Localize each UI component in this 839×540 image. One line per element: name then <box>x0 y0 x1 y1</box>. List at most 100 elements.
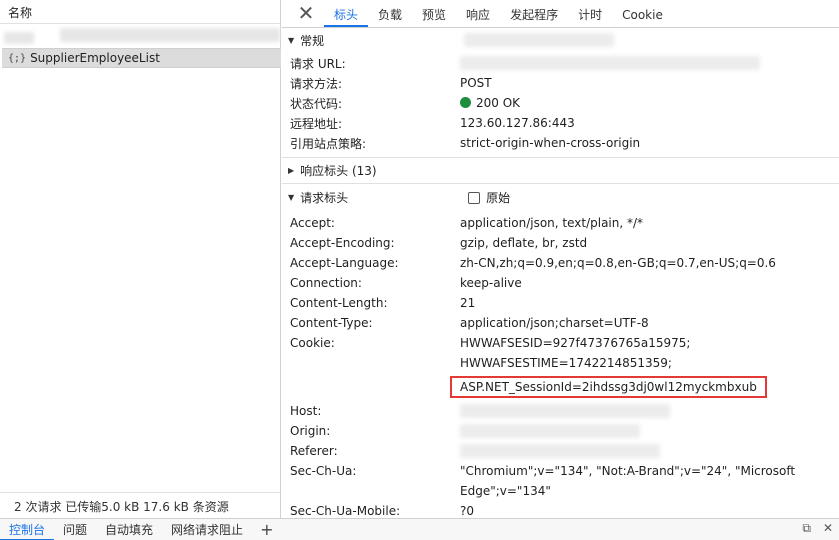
general-row-referrer-policy: 引用站点策略: strict-origin-when-cross-origin <box>282 133 839 153</box>
header-value: 21 <box>460 296 476 310</box>
expanded-triangle-icon: ▼ <box>288 193 295 202</box>
section-request-headers-header[interactable]: ▼ 请求标头 原始 <box>282 183 839 211</box>
request-row-content-type: Content-Type: application/json;charset=U… <box>282 313 839 333</box>
tab-headers[interactable]: 标头 <box>324 3 369 27</box>
detail-tab-bar: ✕ 标头 负载 预览 响应 发起程序 计时 Cookie <box>282 0 839 28</box>
header-value <box>460 444 660 459</box>
raw-label: 原始 <box>486 191 511 205</box>
header-value: application/json;charset=UTF-8 <box>460 316 649 330</box>
request-row-sec-ch-ua-mobile: Sec-Ch-Ua-Mobile: ?0 <box>282 501 839 518</box>
section-title: 请求标头 <box>300 191 349 205</box>
add-tab-icon[interactable]: + <box>252 520 281 539</box>
header-key: Accept-Encoding: <box>290 236 395 250</box>
header-value: 200 OK <box>460 96 520 110</box>
blurred-value <box>460 404 670 419</box>
header-value: strict-origin-when-cross-origin <box>460 136 641 150</box>
request-row-accept-language: Accept-Language: zh-CN,zh;q=0.9,en;q=0.8… <box>282 253 839 273</box>
request-row-origin: Origin: <box>282 421 839 441</box>
request-row-accept: Accept: application/json, text/plain, */… <box>282 213 839 233</box>
summary-status-bar: 2 次请求 已传输5.0 kB 17.6 kB 条资源 <box>0 492 280 518</box>
header-value <box>460 424 640 439</box>
header-key: Connection: <box>290 276 362 290</box>
header-key: Origin: <box>290 424 331 438</box>
request-row-sec-ch-ua-cont: Edge";v="134" <box>282 481 839 501</box>
highlighted-session-id: ASP.NET_SessionId=2ihdssg3dj0wl12myckmbx… <box>450 376 767 398</box>
raw-checkbox[interactable]: 原始 <box>468 189 510 206</box>
request-row-accept-encoding: Accept-Encoding: gzip, deflate, br, zstd <box>282 233 839 253</box>
section-title: 常规 <box>300 33 325 48</box>
header-key: 引用站点策略: <box>290 136 367 151</box>
blurred-value <box>460 444 660 459</box>
header-key: Sec-Ch-Ua: <box>290 464 357 478</box>
request-row-content-length: Content-Length: 21 <box>282 293 839 313</box>
checkbox-box[interactable] <box>468 191 481 204</box>
section-general-header[interactable]: ▼ 常规 <box>282 29 839 51</box>
tab-preview[interactable]: 预览 <box>412 3 456 27</box>
header-value: gzip, deflate, br, zstd <box>460 236 588 250</box>
tab-timing[interactable]: 计时 <box>568 3 612 27</box>
request-name: SupplierEmployeeList <box>30 51 160 65</box>
close-icon[interactable]: ✕ <box>292 0 320 27</box>
header-key: Content-Length: <box>290 296 388 310</box>
tab-cookies[interactable]: Cookie <box>612 3 673 27</box>
header-value: Edge";v="134" <box>460 484 551 498</box>
header-value <box>460 56 760 71</box>
header-key: 请求方法: <box>290 76 343 91</box>
request-row-host: Host: <box>282 401 839 421</box>
name-column-label: 名称 <box>8 6 33 20</box>
general-row-url: 请求 URL: <box>282 53 839 73</box>
header-value: POST <box>460 76 492 90</box>
request-row-connection: Connection: keep-alive <box>282 273 839 293</box>
header-value: keep-alive <box>460 276 522 290</box>
status-ok-dot-icon <box>460 97 471 108</box>
headers-detail-pane: ▼ 常规 请求 URL: 请求方法: POST 状态代码: 200 OK 远程地… <box>282 29 839 518</box>
header-value: 123.60.127.86:443 <box>460 116 575 130</box>
header-key: Referer: <box>290 444 338 458</box>
request-row[interactable]: {;} SupplierEmployeeList <box>2 48 281 68</box>
request-row-cookie-cont: ASP.NET_SessionId=2ihdssg3dj0wl12myckmbx… <box>282 373 839 401</box>
header-key: Accept-Language: <box>290 256 399 270</box>
tab-payload[interactable]: 负载 <box>368 3 412 27</box>
header-value <box>460 404 670 419</box>
blurred-region <box>60 28 280 42</box>
blurred-value <box>460 424 640 439</box>
header-key: Accept: <box>290 216 335 230</box>
drawer-tab-request-blocking[interactable]: 网络请求阻止 <box>162 519 252 540</box>
tab-initiator[interactable]: 发起程序 <box>500 3 568 27</box>
header-value: zh-CN,zh;q=0.9,en;q=0.8,en-GB;q=0.7,en-U… <box>460 256 776 270</box>
general-row-method: 请求方法: POST <box>282 73 839 93</box>
cookie-line: HWWAFSESID=927f47376765a15975; <box>460 336 691 350</box>
header-key: Sec-Ch-Ua-Mobile: <box>290 504 401 518</box>
general-row-remote: 远程地址: 123.60.127.86:443 <box>282 113 839 133</box>
general-row-status: 状态代码: 200 OK <box>282 93 839 113</box>
drawer-controls: ⧉ ✕ <box>802 521 833 536</box>
request-row-referer: Referer: <box>282 441 839 461</box>
header-value: application/json, text/plain, */* <box>460 216 644 230</box>
drawer-tab-autofill[interactable]: 自动填充 <box>96 519 162 540</box>
dock-icon[interactable]: ⧉ <box>802 521 811 536</box>
blurred-region <box>464 33 615 47</box>
section-response-headers-header[interactable]: ▶ 响应标头 (13) <box>282 157 839 183</box>
blurred-url <box>460 56 760 71</box>
name-column-header[interactable]: 名称 <box>0 0 280 24</box>
tab-response[interactable]: 响应 <box>456 3 500 27</box>
header-value: ?0 <box>460 504 475 518</box>
header-key: 请求 URL: <box>290 56 346 71</box>
header-key: 状态代码: <box>290 96 343 111</box>
request-row-cookie-cont: HWWAFSESTIME=1742214851359; <box>282 353 839 373</box>
expanded-triangle-icon: ▼ <box>288 35 295 45</box>
blurred-region <box>4 32 34 44</box>
drawer-tab-issues[interactable]: 问题 <box>54 519 96 540</box>
request-row-sec-ch-ua: Sec-Ch-Ua: "Chromium";v="134", "Not:A-Br… <box>282 461 839 481</box>
header-key: Host: <box>290 404 322 418</box>
xhr-request-icon: {;} <box>8 52 27 64</box>
drawer-tab-console[interactable]: 控制台 <box>0 519 55 540</box>
header-key: 远程地址: <box>290 116 343 131</box>
header-key: Content-Type: <box>290 316 373 330</box>
cookie-line: HWWAFSESTIME=1742214851359; <box>460 356 672 370</box>
status-code-text: 200 OK <box>476 96 521 110</box>
header-value: "Chromium";v="134", "Not:A-Brand";v="24"… <box>460 464 796 478</box>
close-drawer-icon[interactable]: ✕ <box>823 521 833 536</box>
request-row-cookie: Cookie: HWWAFSESID=927f47376765a15975; <box>282 333 839 353</box>
header-key: Cookie: <box>290 336 335 350</box>
